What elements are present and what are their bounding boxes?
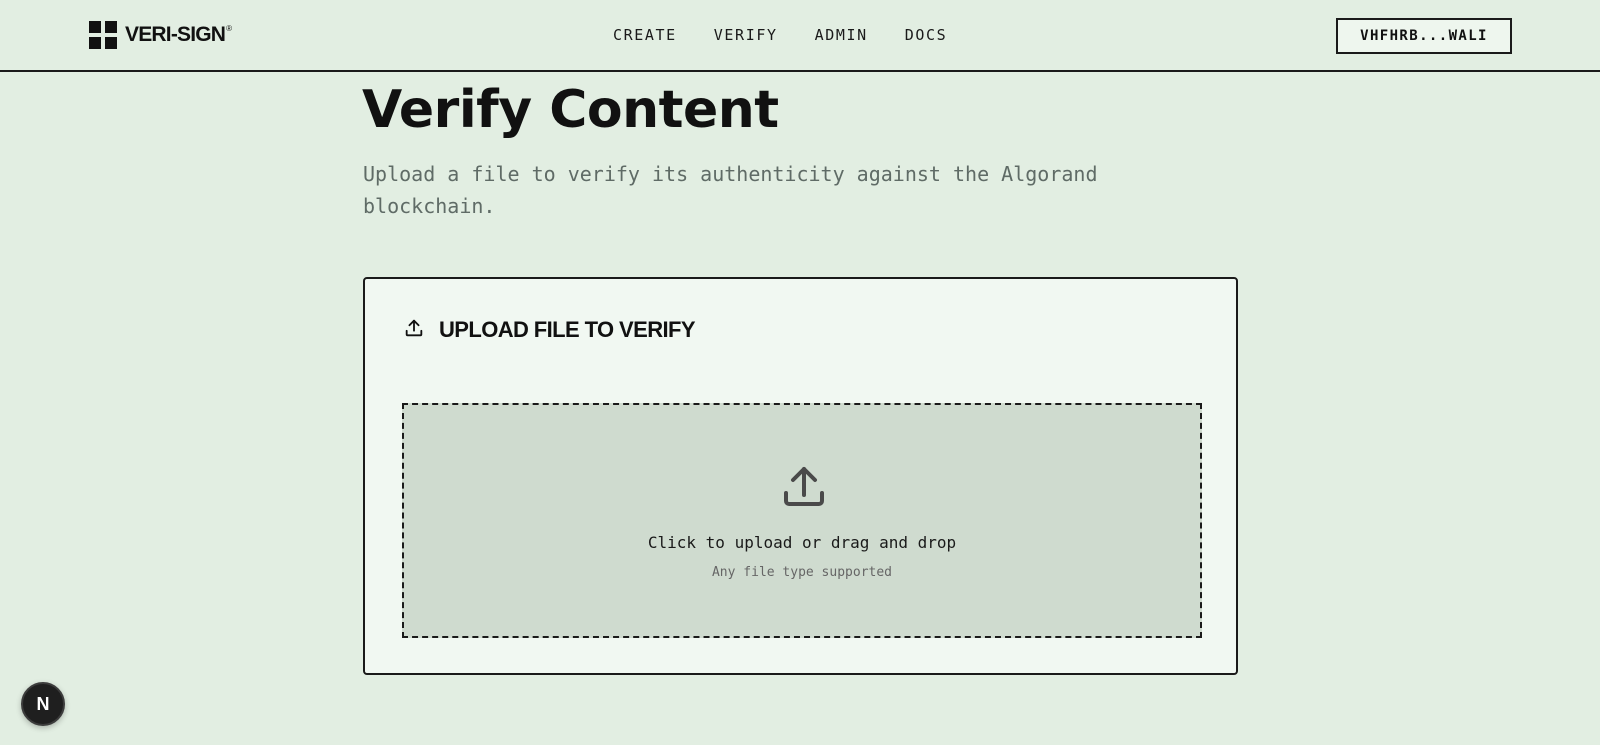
dropzone-hint: Any file type supported	[711, 565, 892, 580]
page-subtitle: Upload a file to verify its authenticity…	[363, 162, 1098, 218]
nav-verify-link[interactable]: VERIFY	[714, 26, 778, 44]
upload-card: UPLOAD FILE TO VERIFY Click to upload or…	[363, 277, 1238, 675]
upload-icon	[403, 317, 425, 343]
card-title: UPLOAD FILE TO VERIFY	[439, 317, 696, 342]
upload-icon	[780, 463, 828, 515]
brand-logo[interactable]: VERI-SIGN®	[89, 21, 232, 49]
logo-grid-icon	[89, 21, 117, 49]
nextjs-logo-icon[interactable]: N	[21, 682, 65, 726]
brand-name: VERI-SIGN®	[125, 23, 232, 46]
dropzone-instructions: Click to upload or drag and drop	[647, 533, 957, 552]
file-dropzone[interactable]: Click to upload or drag and drop Any fil…	[402, 403, 1202, 638]
card-header: UPLOAD FILE TO VERIFY	[403, 317, 696, 343]
main-nav: CREATE VERIFY ADMIN DOCS	[613, 26, 947, 44]
page-title: Verify Content	[362, 80, 779, 140]
wallet-address-button[interactable]: VHFHRB...WALI	[1336, 18, 1512, 54]
nav-docs-link[interactable]: DOCS	[905, 26, 948, 44]
nav-create-link[interactable]: CREATE	[613, 26, 677, 44]
top-navbar: VERI-SIGN® CREATE VERIFY ADMIN DOCS VHFH…	[0, 0, 1600, 72]
nav-admin-link[interactable]: ADMIN	[815, 26, 868, 44]
